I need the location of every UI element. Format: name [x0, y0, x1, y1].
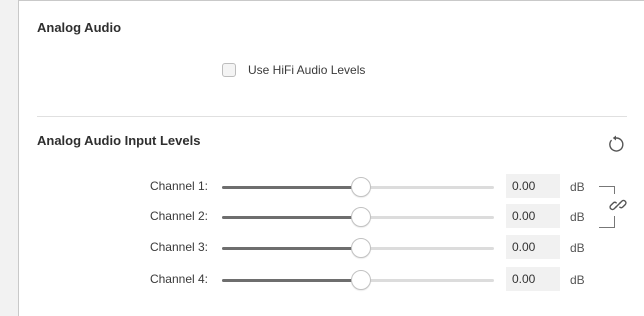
- channel-label: Channel 1:: [149, 179, 208, 193]
- channel-4-value-field[interactable]: 0.00: [506, 267, 560, 291]
- unit-label: dB: [570, 273, 585, 287]
- channel-4-slider[interactable]: [222, 270, 494, 290]
- channel-1-slider[interactable]: [222, 177, 494, 197]
- channel-3-slider[interactable]: [222, 238, 494, 258]
- slider-thumb[interactable]: [350, 177, 371, 197]
- hifi-audio-levels-option[interactable]: Use HiFi Audio Levels: [222, 63, 365, 77]
- channel-row: Channel 2: 0.00 dB: [19, 204, 644, 228]
- channel-row: Channel 1: 0.00 dB: [19, 174, 644, 198]
- slider-thumb[interactable]: [350, 207, 371, 227]
- channel-2-slider[interactable]: [222, 207, 494, 227]
- unit-label: dB: [570, 210, 585, 224]
- hifi-audio-levels-label[interactable]: Use HiFi Audio Levels: [248, 63, 365, 77]
- channel-1-value-field[interactable]: 0.00: [506, 174, 560, 198]
- reset-icon[interactable]: [605, 133, 627, 155]
- channel-label: Channel 3:: [149, 240, 208, 254]
- slider-fill: [222, 186, 361, 189]
- slider-fill: [222, 216, 361, 219]
- analog-audio-input-levels-title: Analog Audio Input Levels: [37, 133, 201, 148]
- unit-label: dB: [570, 180, 585, 194]
- slider-fill: [222, 247, 361, 250]
- unit-label: dB: [570, 241, 585, 255]
- channel-label: Channel 4:: [149, 272, 208, 286]
- slider-thumb[interactable]: [350, 270, 371, 290]
- channel-3-value-field[interactable]: 0.00: [506, 235, 560, 259]
- link-icon[interactable]: [607, 194, 629, 216]
- slider-fill: [222, 279, 361, 282]
- channel-row: Channel 4: 0.00 dB: [19, 267, 644, 291]
- analog-audio-panel: Analog Audio Use HiFi Audio Levels Analo…: [18, 0, 644, 316]
- section-divider: [37, 116, 627, 117]
- hifi-audio-levels-checkbox[interactable]: [222, 63, 236, 77]
- channel-label: Channel 2:: [149, 209, 208, 223]
- slider-thumb[interactable]: [350, 238, 371, 258]
- channel-row: Channel 3: 0.00 dB: [19, 235, 644, 259]
- analog-audio-title: Analog Audio: [37, 20, 122, 35]
- channel-2-value-field[interactable]: 0.00: [506, 204, 560, 228]
